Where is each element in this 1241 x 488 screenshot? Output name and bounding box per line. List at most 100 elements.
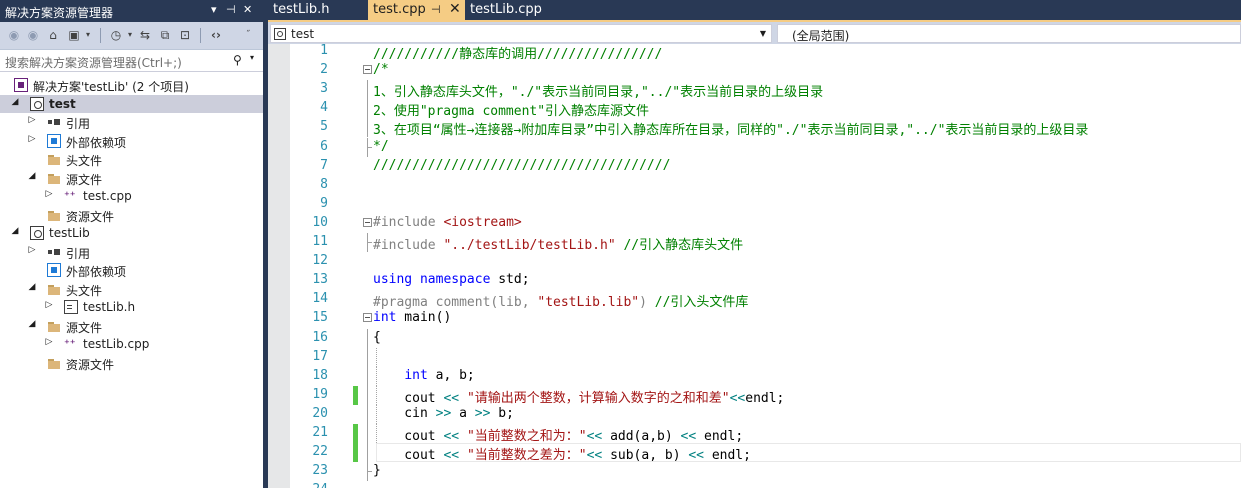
tree-node[interactable]: ◢ 头文件 <box>0 280 263 298</box>
tree-node[interactable]: ▷ 引用 <box>0 113 263 131</box>
view-code-icon[interactable]: ‹› <box>208 27 224 43</box>
collapsed-arrow-icon[interactable]: ▷ <box>44 337 54 347</box>
back-icon[interactable]: ◉ <box>6 27 22 43</box>
code-line[interactable]: 15 int main() <box>268 309 1241 328</box>
code-line[interactable]: 20 cin >> a >> b; <box>268 404 1241 424</box>
tree-node[interactable]: 外部依赖项 <box>0 261 263 279</box>
code-text[interactable]: int a, b; <box>373 368 474 383</box>
code-text[interactable]: 1、引入静态库头文件，"./"表示当前同目录,"../"表示当前目录的上级目录 <box>373 81 823 100</box>
window-position-dropdown-icon[interactable]: ▾ <box>211 3 217 16</box>
code-line[interactable]: 17 <box>268 347 1241 367</box>
code-line[interactable]: 24 <box>268 481 1241 488</box>
code-line[interactable]: 10 #include <iostream> <box>268 214 1241 233</box>
code-line[interactable]: 12 <box>268 252 1241 271</box>
forward-icon[interactable]: ◉ <box>25 27 41 43</box>
code-text[interactable]: cout << "当前整数之和为："<< add(a,b) << endl; <box>373 425 743 444</box>
tree-node[interactable]: ◢ testLib <box>0 224 263 242</box>
code-text[interactable]: ///////////静态库的调用//////////////// <box>373 43 662 62</box>
tree-node[interactable]: 解决方案'testLib' (2 个项目) <box>0 76 263 94</box>
toolbar-overflow-icon[interactable]: ˝ <box>240 27 256 43</box>
tab-testlib-h[interactable]: testLib.h <box>268 0 368 20</box>
solution-explorer-search[interactable]: 搜索解决方案资源管理器(Ctrl+;) ⚲ ▾ <box>0 50 263 72</box>
code-line[interactable]: 23} <box>268 462 1241 482</box>
code-line[interactable]: 1///////////静态库的调用//////////////// <box>268 42 1241 62</box>
search-icon[interactable]: ⚲ <box>233 53 242 67</box>
tree-node[interactable]: 头文件 <box>0 150 263 168</box>
collapse-region-icon[interactable] <box>363 313 372 323</box>
search-options-dropdown-icon[interactable]: ▾ <box>250 53 254 62</box>
code-text[interactable]: cout << "当前整数之差为："<< sub(a, b) << endl; <box>373 444 751 463</box>
tree-node[interactable]: ◢ 源文件 <box>0 169 263 187</box>
code-text[interactable]: int main() <box>373 310 451 325</box>
code-line[interactable]: 6 */ <box>268 137 1241 157</box>
code-line[interactable]: 19 cout << "请输出两个整数，计算输入数字的之和和差"<<endl; <box>268 385 1241 406</box>
home-icon[interactable]: ⌂ <box>45 27 61 43</box>
switch-views-dropdown-icon[interactable]: ▾ <box>80 27 96 43</box>
code-text[interactable]: } <box>373 463 381 478</box>
expanded-arrow-icon[interactable]: ◢ <box>10 97 20 107</box>
collapse-all-icon[interactable]: ⧉ <box>157 27 173 43</box>
scope-dropdown[interactable]: (全局范围) <box>777 24 1241 43</box>
collapse-region-icon[interactable] <box>363 65 372 75</box>
tab-testlib-cpp[interactable]: testLib.cpp <box>465 0 583 20</box>
code-line[interactable]: 9 <box>268 195 1241 214</box>
code-text[interactable]: #pragma comment(lib, "testLib.lib") //引入… <box>373 291 748 310</box>
chevron-down-icon[interactable]: ▼ <box>760 29 766 38</box>
collapsed-arrow-icon[interactable]: ▷ <box>27 115 37 125</box>
code-line[interactable]: 5 3、在项目“属性→连接器→附加库目录”中引入静态库所在目录，同样的"./"表示… <box>268 118 1241 138</box>
expanded-arrow-icon[interactable]: ◢ <box>27 319 37 329</box>
search-input[interactable]: 搜索解决方案资源管理器(Ctrl+;) <box>5 54 182 71</box>
auto-hide-pin-icon[interactable]: ⊣ <box>226 3 236 16</box>
pending-changes-dropdown-icon[interactable]: ▾ <box>122 27 138 43</box>
code-line[interactable]: 2/* <box>268 61 1241 80</box>
tree-node[interactable]: ▷ ⁺⁺ testLib.cpp <box>0 335 263 353</box>
code-text[interactable]: 2、使用"pragma comment"引入静态库源文件 <box>373 100 649 119</box>
close-tab-icon[interactable]: ✕ <box>449 1 461 17</box>
code-line[interactable]: 14 #pragma comment(lib, "testLib.lib") //… <box>268 290 1241 310</box>
project-dropdown[interactable]: test ▼ <box>270 24 772 43</box>
code-editor[interactable]: 1///////////静态库的调用////////////////2/* 3 1、… <box>268 42 1241 488</box>
tree-node[interactable]: 资源文件 <box>0 354 263 372</box>
collapsed-arrow-icon[interactable]: ▷ <box>44 189 54 199</box>
code-line[interactable]: 13 using namespace std; <box>268 271 1241 290</box>
show-all-files-icon[interactable]: ⊡ <box>177 27 193 43</box>
code-text[interactable]: using namespace std; <box>373 272 530 287</box>
sync-with-active-document-icon[interactable]: ⇆ <box>137 27 153 43</box>
tree-node[interactable]: ◢ 源文件 <box>0 317 263 335</box>
code-line[interactable]: 11 #include "../testLib/testLib.h" //引入静态… <box>268 233 1241 253</box>
collapsed-arrow-icon[interactable]: ▷ <box>27 245 37 255</box>
code-text[interactable]: */ <box>373 139 389 154</box>
code-text[interactable]: cout << "请输出两个整数，计算输入数字的之和和差"<<endl; <box>373 387 784 406</box>
tree-node[interactable]: ▷ ⁺⁺ test.cpp <box>0 187 263 205</box>
tree-node[interactable]: ▷ 外部依赖项 <box>0 132 263 150</box>
code-line[interactable]: 16{ <box>268 328 1241 348</box>
tree-node[interactable]: ▷ 引用 <box>0 243 263 261</box>
code-text[interactable]: 3、在项目“属性→连接器→附加库目录”中引入静态库所在目录，同样的"./"表示当… <box>373 119 1088 138</box>
code-text[interactable]: #include "../testLib/testLib.h" //引入静态库头… <box>373 234 743 253</box>
expanded-arrow-icon[interactable]: ◢ <box>27 171 37 181</box>
code-line[interactable]: 21 cout << "当前整数之和为："<< add(a,b) << endl… <box>268 424 1241 444</box>
code-text[interactable]: /* <box>373 62 389 77</box>
saved-change-marker <box>353 443 358 463</box>
code-line[interactable]: 18 int a, b; <box>268 366 1241 386</box>
code-line[interactable]: 4 2、使用"pragma comment"引入静态库源文件 <box>268 99 1241 119</box>
tree-node[interactable]: 资源文件 <box>0 206 263 224</box>
close-panel-icon[interactable]: ✕ <box>243 3 252 16</box>
code-line[interactable]: 7////////////////////////////////////// <box>268 157 1241 176</box>
code-text[interactable]: #include <iostream> <box>373 215 522 230</box>
code-line[interactable]: 22 cout << "当前整数之差为："<< sub(a, b) << end… <box>268 443 1241 463</box>
pin-tab-icon[interactable]: ⊣ <box>431 3 441 16</box>
expanded-arrow-icon[interactable]: ◢ <box>27 282 37 292</box>
code-line[interactable]: 3 1、引入静态库头文件，"./"表示当前同目录,"../"表示当前目录的上级目录 <box>268 80 1241 100</box>
collapsed-arrow-icon[interactable]: ▷ <box>27 134 37 144</box>
collapsed-arrow-icon[interactable]: ▷ <box>44 300 54 310</box>
tree-node[interactable]: ◢ test <box>0 94 263 113</box>
tree-node[interactable]: ▷ testLib.h <box>0 298 263 316</box>
code-text[interactable]: { <box>373 330 381 345</box>
collapse-region-icon[interactable] <box>363 217 372 227</box>
tab-test-cpp[interactable]: test.cpp ⊣ ✕ <box>368 0 465 20</box>
code-line[interactable]: 8 <box>268 176 1241 195</box>
code-text[interactable]: ////////////////////////////////////// <box>373 158 670 173</box>
code-text[interactable]: cin >> a >> b; <box>373 406 514 421</box>
expanded-arrow-icon[interactable]: ◢ <box>10 226 20 236</box>
